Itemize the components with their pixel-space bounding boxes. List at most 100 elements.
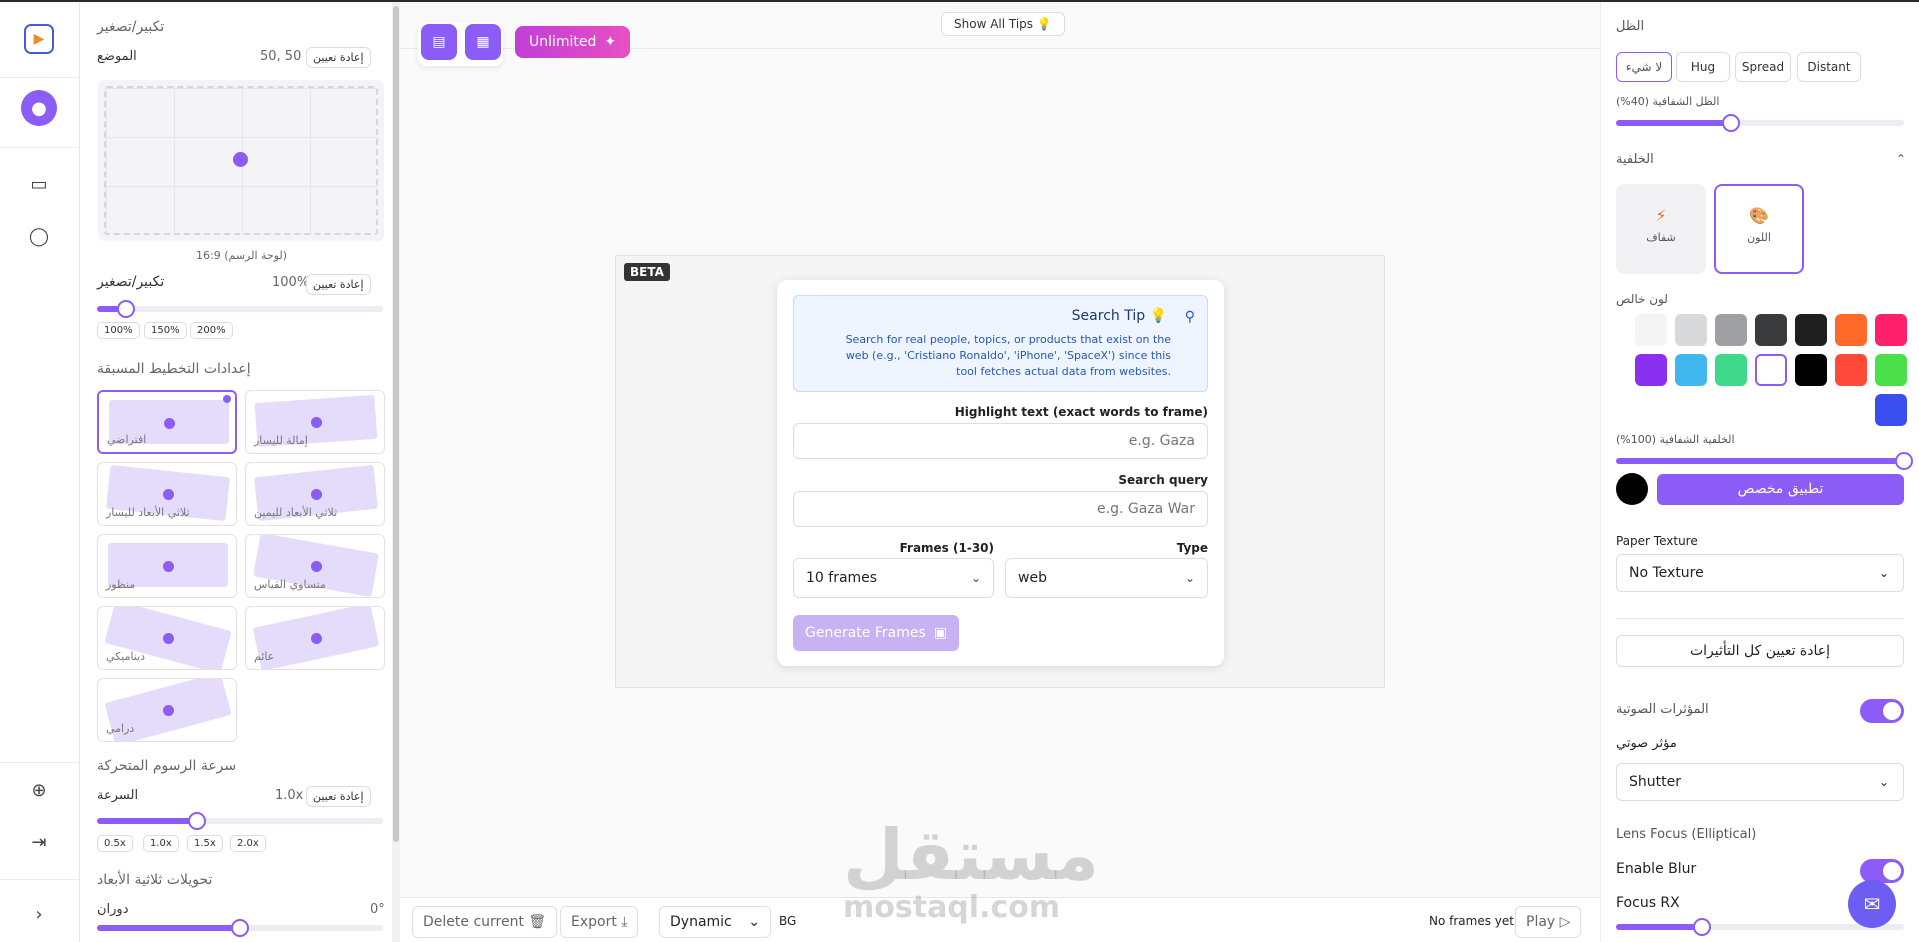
delete-current-label: Delete current — [423, 914, 524, 930]
expand-chevron-icon[interactable]: › — [24, 899, 54, 929]
preset-card[interactable]: عائم — [245, 606, 385, 670]
color-swatch[interactable] — [1755, 354, 1787, 386]
sound-effects-toggle[interactable] — [1860, 699, 1904, 723]
mode-select[interactable]: Dynamic ⌄ — [659, 906, 771, 938]
preset-card[interactable]: متساوي القياس — [245, 534, 385, 598]
color-swatch[interactable] — [1835, 314, 1867, 346]
speed-reset-button[interactable]: إعادة تعيين — [306, 786, 371, 807]
sound-effect-value: Shutter — [1629, 774, 1681, 790]
preset-dot — [163, 489, 174, 500]
focus-rx-label: Focus RX — [1616, 895, 1680, 911]
chevron-down-icon: ⌄ — [970, 571, 981, 585]
preset-label: ثلاثي الأبعاد لليسار — [106, 506, 190, 519]
speed-chip-2-0[interactable]: 2.0x — [230, 835, 266, 852]
unlimited-badge[interactable]: Unlimited ✦ — [515, 26, 631, 58]
globe-icon[interactable]: ⊕ — [24, 775, 54, 805]
presets-title: إعدادات التخطيط المسبقة — [97, 361, 251, 377]
zoom-chip-200[interactable]: 200% — [190, 322, 233, 339]
color-swatch[interactable] — [1835, 354, 1867, 386]
app-logo-icon[interactable]: ▶ — [24, 24, 54, 54]
chat-button[interactable]: ✉ — [1848, 880, 1896, 928]
preset-card[interactable]: إمالة لليسار — [245, 390, 385, 454]
speed-slider[interactable] — [97, 812, 383, 830]
color-swatch[interactable] — [1635, 354, 1667, 386]
export-button[interactable]: Export ⤓ — [560, 906, 639, 938]
watermark-arabic: مستقل — [843, 814, 1100, 896]
preset-card[interactable]: ثلاثي الأبعاد لليمين — [245, 462, 385, 526]
user-icon[interactable]: ◯ — [24, 221, 54, 251]
position-picker[interactable] — [98, 80, 384, 241]
color-swatch[interactable] — [1795, 354, 1827, 386]
zoom-chip-100[interactable]: 100% — [97, 322, 140, 339]
preset-card[interactable]: منظور — [97, 534, 237, 598]
color-swatch[interactable] — [1795, 314, 1827, 346]
custom-color-swatch[interactable] — [1616, 473, 1648, 505]
color-swatch[interactable] — [1755, 314, 1787, 346]
icon-rail: ▶ ● ▭ ◯ ⊕ ⇥ › — [0, 2, 80, 942]
rotation-slider[interactable] — [97, 919, 383, 937]
logout-icon[interactable]: ⇥ — [24, 827, 54, 857]
bg-color-tile[interactable]: 🎨 اللون — [1714, 184, 1804, 274]
position-handle[interactable] — [233, 152, 248, 167]
frame-generator-form: ⚲ Search Tip 💡 Search for real people, t… — [777, 280, 1224, 666]
color-swatch[interactable] — [1875, 314, 1907, 346]
sound-effect-select[interactable]: Shutter ⌄ — [1616, 763, 1904, 801]
enable-blur-toggle[interactable] — [1860, 859, 1904, 883]
shadow-option-distant[interactable]: Distant — [1797, 52, 1861, 82]
color-swatch[interactable] — [1635, 314, 1667, 346]
position-label: الموضع — [97, 49, 137, 64]
zoom-reset-button[interactable]: إعادة تعيين — [306, 274, 371, 295]
color-swatch[interactable] — [1675, 314, 1707, 346]
show-all-tips-button[interactable]: Show All Tips 💡 — [941, 12, 1065, 36]
highlight-input[interactable] — [793, 423, 1208, 459]
zoom-slider[interactable] — [97, 300, 383, 318]
shadow-option-none[interactable]: لا شيء — [1616, 52, 1672, 82]
search-tip-body: Search for real people, topics, or produ… — [845, 333, 1171, 378]
color-swatch[interactable] — [1715, 354, 1747, 386]
position-reset-button[interactable]: إعادة تعيين — [306, 47, 371, 68]
mode-select-value: Dynamic — [670, 914, 732, 930]
grid-button[interactable]: ▦ — [465, 24, 501, 60]
unlimited-label: Unlimited — [529, 34, 597, 50]
preset-card[interactable]: ديناميكي — [97, 606, 237, 670]
sound-effect-label: مؤثر صوتي — [1616, 736, 1677, 751]
delete-current-button[interactable]: Delete current 🗑 — [412, 906, 558, 938]
shadow-option-hug[interactable]: Hug — [1676, 52, 1730, 82]
preset-label: ديناميكي — [106, 650, 146, 663]
generate-frames-button[interactable]: Generate Frames ▣ — [793, 615, 959, 651]
video-icon[interactable]: ▭ — [24, 169, 54, 199]
speed-chip-0-5[interactable]: 0.5x — [97, 835, 133, 852]
type-select-value: web — [1018, 570, 1047, 586]
search-tip-box: ⚲ Search Tip 💡 Search for real people, t… — [793, 295, 1208, 392]
preset-card[interactable]: ثلاثي الأبعاد لليسار — [97, 462, 237, 526]
rotation-value: 0° — [370, 902, 385, 917]
bg-opacity-slider[interactable] — [1616, 452, 1913, 470]
frames-select[interactable]: 10 frames ⌄ — [793, 558, 994, 598]
left-panel-scrollbar[interactable] — [392, 2, 400, 942]
grid-icon: ▦ — [476, 34, 490, 50]
zoom-chip-150[interactable]: 150% — [144, 322, 187, 339]
image-icon: ▣ — [933, 625, 947, 641]
avatar[interactable]: ● — [21, 90, 57, 126]
type-select[interactable]: web ⌄ — [1005, 558, 1208, 598]
shadow-option-spread[interactable]: Spread — [1735, 52, 1791, 82]
preset-card[interactable]: افتراضي — [97, 390, 237, 454]
paper-texture-select[interactable]: No Texture ⌄ — [1616, 554, 1904, 592]
preset-card[interactable]: درامي — [97, 678, 237, 742]
color-swatch[interactable] — [1675, 354, 1707, 386]
apply-custom-button[interactable]: تطبيق مخصص — [1657, 474, 1904, 505]
speed-chip-1-0[interactable]: 1.0x — [143, 835, 179, 852]
speed-chip-1-5[interactable]: 1.5x — [187, 835, 223, 852]
color-swatch[interactable] — [1715, 314, 1747, 346]
frames-select-value: 10 frames — [806, 570, 878, 586]
color-swatch[interactable] — [1875, 394, 1907, 426]
shadow-opacity-slider[interactable] — [1616, 114, 1904, 132]
bg-transparent-tile[interactable]: ⚡ شفاف — [1616, 184, 1706, 274]
collapse-chevron-icon[interactable]: ⌃ — [1896, 152, 1906, 166]
color-swatch[interactable] — [1875, 354, 1907, 386]
document-button[interactable]: ▤ — [421, 24, 457, 60]
search-query-input[interactable] — [793, 491, 1208, 527]
no-frames-label: No frames yet — [1429, 914, 1514, 928]
reset-all-effects-button[interactable]: إعادة تعيين كل التأثيرات — [1616, 635, 1904, 667]
play-button[interactable]: Play ▷ — [1515, 906, 1582, 938]
